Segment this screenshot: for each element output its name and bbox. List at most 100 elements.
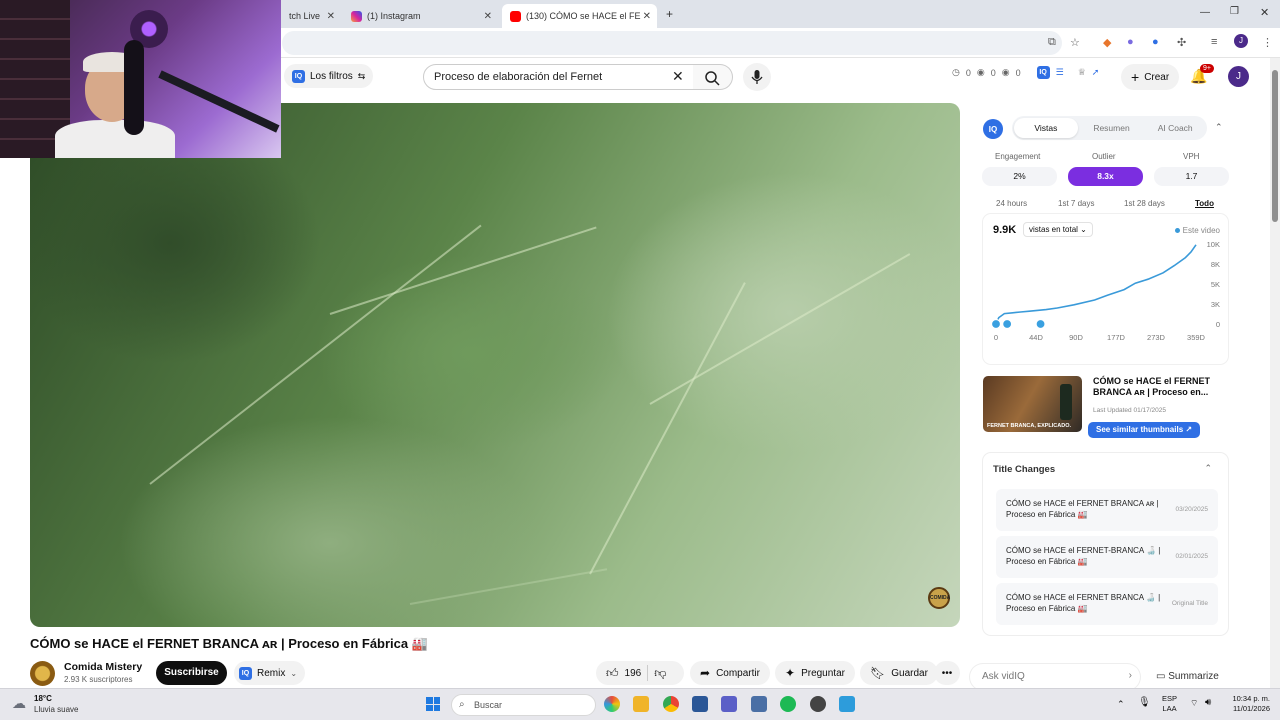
save-button[interactable]: 🔖︎ Guardar	[860, 661, 938, 685]
voice-search-button[interactable]	[743, 63, 771, 91]
y-tick-label: 0	[1216, 320, 1220, 329]
filters-button[interactable]: IQ Los filtros ⇆	[284, 64, 374, 88]
page-scrollbar[interactable]	[1270, 58, 1280, 688]
x-tick-label: 273D	[1147, 333, 1166, 342]
filters-label: Los filtros	[310, 70, 353, 82]
menu-dots-icon[interactable]: ⋮	[1262, 36, 1273, 49]
title-change-row: CÓMO se HACE el FERNET BRANCA 🍶 | Proces…	[996, 583, 1218, 625]
network-icon[interactable]: ⌔	[1190, 698, 1198, 709]
obs-icon[interactable]	[810, 696, 826, 712]
summarize-label: Summarize	[1168, 671, 1219, 682]
teams-icon[interactable]	[721, 696, 737, 712]
range-todo[interactable]: Todo	[1195, 199, 1214, 208]
restore-button[interactable]: ❐	[1230, 6, 1239, 17]
bookmark-star-icon[interactable]: ☆	[1070, 36, 1080, 49]
clear-search-icon[interactable]: ✕	[672, 68, 684, 85]
title-change-marker[interactable]	[1035, 318, 1046, 330]
word-icon[interactable]	[692, 696, 708, 712]
sliders-icon: ⇆	[357, 70, 366, 81]
metamask-icon[interactable]: ◆	[1103, 36, 1111, 49]
more-actions-button[interactable]: •••	[934, 661, 960, 685]
y-tick-label: 10K	[1207, 240, 1220, 249]
vidiq-extension-icon[interactable]: ●	[1152, 36, 1159, 48]
vidiq-stats[interactable]: ◷ 0 ◉ 0 ◉ 0 IQ ☰ ♕ ➚	[952, 66, 1099, 79]
tab-vistas[interactable]: Vistas	[1014, 118, 1078, 138]
ask-button[interactable]: ✦ Preguntar	[775, 661, 855, 685]
tray-chevron-icon[interactable]: ⌃	[1117, 699, 1125, 710]
copilot-icon[interactable]	[604, 696, 620, 712]
file-explorer-icon[interactable]	[633, 696, 649, 712]
share-button[interactable]: ➦ Compartir	[690, 661, 770, 685]
profile-avatar[interactable]: J	[1234, 34, 1248, 48]
trophy-icon[interactable]: ♕	[1078, 67, 1086, 78]
list-icon[interactable]: ☰	[1056, 67, 1064, 78]
like-button[interactable]: 👍︎ 196	[606, 666, 641, 681]
close-window-button[interactable]: ✕	[1260, 6, 1269, 19]
clock[interactable]: 10:34 p. m. 11/01/2026	[1222, 694, 1270, 714]
chrome-icon[interactable]	[663, 696, 679, 712]
cast-icon[interactable]: ⧉	[1048, 36, 1056, 49]
taskbar-search[interactable]: ⌕ Buscar	[451, 694, 596, 716]
close-icon[interactable]: ✕	[327, 11, 335, 22]
tab-ai-coach[interactable]: AI Coach	[1143, 123, 1207, 133]
tab-twitch[interactable]: tch Live ✕	[281, 4, 341, 28]
new-tab-button[interactable]: +	[666, 7, 673, 21]
url-input[interactable]	[282, 31, 1062, 55]
minimize-button[interactable]: —	[1200, 7, 1210, 18]
chevron-down-icon[interactable]: ⌄	[290, 669, 297, 678]
channel-avatar[interactable]	[30, 661, 55, 686]
similar-thumbnails-button[interactable]: See similar thumbnails ↗	[1088, 422, 1201, 438]
range-24-hours[interactable]: 24 hours	[996, 199, 1027, 208]
legend-label: Este video	[1182, 226, 1220, 235]
subscriber-count: 2.93 K suscriptores	[64, 675, 133, 684]
close-icon[interactable]: ✕	[484, 11, 492, 22]
vidiq-icon[interactable]: IQ	[1036, 66, 1050, 79]
legend-dot	[1174, 228, 1180, 233]
title-change-marker[interactable]	[1002, 318, 1013, 330]
app-icon[interactable]	[839, 696, 855, 712]
rocket-icon[interactable]: ➚	[1092, 67, 1100, 78]
tab-youtube[interactable]: (130) CÓMO se HACE el FERNE ✕	[502, 4, 657, 28]
summarize-button[interactable]: ▭ Summarize	[1156, 671, 1219, 682]
scroll-thumb[interactable]	[1272, 70, 1278, 222]
tab-label: tch Live	[289, 11, 321, 21]
channel-name[interactable]: Comida Mistery	[64, 661, 142, 673]
chevron-right-icon[interactable]: ›	[1129, 670, 1132, 681]
weather-icon[interactable]: ☁	[12, 695, 26, 712]
thumbnail-title: CÓMO se HACE el FERNET BRANCA ᴀʀ | Proce…	[1093, 376, 1211, 397]
avatar[interactable]: J	[1228, 66, 1249, 87]
range-28-days[interactable]: 1st 28 days	[1124, 199, 1165, 208]
create-button[interactable]: + Crear	[1121, 64, 1180, 90]
vidiq-logo-icon: IQ	[983, 119, 1003, 139]
chevron-up-icon[interactable]: ⌃	[1215, 122, 1223, 133]
channel-watermark: COMIDA	[928, 587, 950, 609]
views-type-select[interactable]: vistas en total ⌄	[1023, 222, 1093, 237]
computer-icon[interactable]	[751, 696, 767, 712]
subscribe-button[interactable]: Suscribirse	[156, 661, 227, 685]
spotify-icon[interactable]	[780, 696, 796, 712]
remix-button[interactable]: IQ Remix ⌄	[234, 661, 306, 685]
video-player[interactable]: COMIDA	[30, 103, 960, 627]
video-thumbnail[interactable]: FERNET BRANCA, EXPLICADO.	[983, 376, 1082, 432]
search-input[interactable]: Proceso de elaboración del Fernet	[423, 64, 694, 90]
microphone-icon	[751, 70, 763, 84]
tab-resumen[interactable]: Resumen	[1080, 123, 1144, 133]
thumbs-down-icon[interactable]: 👎︎	[654, 666, 666, 681]
search-button[interactable]	[693, 64, 733, 90]
reading-list-icon[interactable]: ≡	[1211, 36, 1217, 48]
language-top: ESP	[1162, 694, 1178, 703]
range-7-days[interactable]: 1st 7 days	[1058, 199, 1094, 208]
ask-vidiq-input[interactable]: Ask vidIQ ›	[970, 664, 1140, 690]
puzzle-icon[interactable]: ✣	[1177, 36, 1186, 49]
title-change-marker[interactable]	[990, 318, 1002, 330]
start-button[interactable]	[426, 697, 440, 711]
tab-instagram[interactable]: (1) Instagram ✕	[343, 4, 498, 28]
views-line-chart: 0 44D 90D 177D 273D 359D 0 3K 5K 8K 10K	[990, 240, 1220, 342]
chevron-up-icon[interactable]: ⌃	[1204, 463, 1212, 474]
extension-icon[interactable]: ●	[1127, 36, 1134, 48]
language-indicator[interactable]: ESP LAA	[1162, 694, 1177, 714]
microphone-icon[interactable]: 🎙︎	[1138, 697, 1151, 708]
windows-taskbar: ☁ 18°C Lluvia suave ⌕ Buscar ⌃ 🎙︎ ESP LA…	[0, 688, 1280, 720]
volume-icon[interactable]: 🔊︎	[1205, 697, 1211, 708]
close-icon[interactable]: ✕	[643, 11, 651, 22]
